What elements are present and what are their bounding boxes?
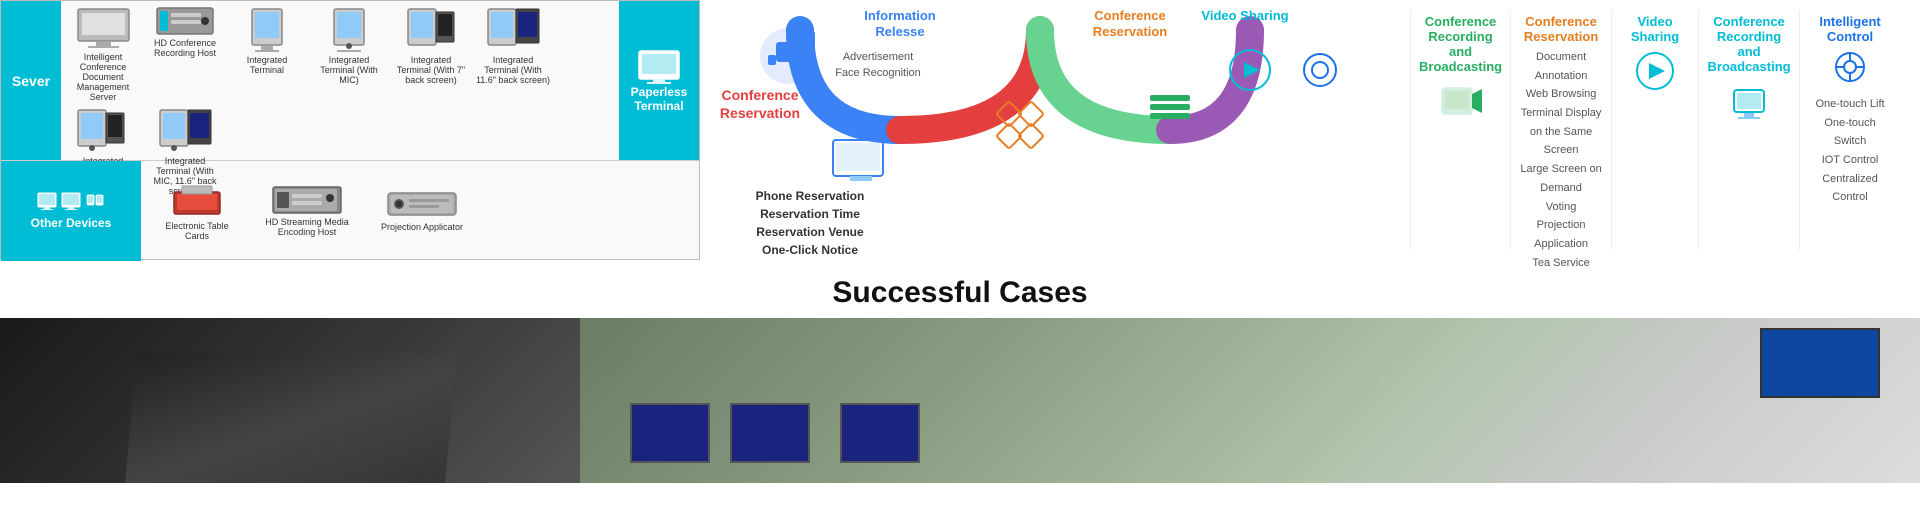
other-devices-label-text: Other Devices (31, 216, 112, 230)
top-row: Sever Intelligent Conference Document Ma… (0, 0, 1920, 260)
svg-text:Conference: Conference (1094, 8, 1166, 23)
page-wrapper: Sever Intelligent Conference Document Ma… (0, 0, 1920, 483)
video-sharing-col: Video Sharing (1611, 10, 1698, 250)
paperless-label: Paperless Terminal (624, 85, 694, 113)
intelligent-control-col: Intelligent Control One-touch Lift (1799, 10, 1900, 250)
other-devices-row: Other Devices Electronic Table Cards (1, 161, 699, 261)
svg-text:Conference: Conference (721, 87, 798, 103)
svg-text:Phone Reservation: Phone Reservation (756, 189, 865, 203)
successful-cases-section: Successful Cases (0, 260, 1920, 318)
svg-text:Reservation: Reservation (1093, 24, 1167, 39)
conf-reservation-col: Conference Reservation Document Annotati… (1510, 10, 1611, 250)
intelligent-control-title: Intelligent Control (1808, 14, 1892, 44)
device-name: Electronic Table Cards (159, 221, 235, 241)
case-image-1-shape (123, 353, 456, 483)
svg-text:Reservation Time: Reservation Time (760, 207, 860, 221)
device-item: Projection Applicator (377, 189, 467, 234)
device-name: Projection Applicator (381, 222, 463, 232)
device-item: Integrated Terminal (With 11.6" back scr… (473, 5, 553, 87)
device-item: Integrated Terminal (With 7" back screen… (391, 5, 471, 87)
device-item: Electronic Table Cards (157, 180, 237, 243)
case-images-row (0, 318, 1920, 483)
paperless-terminal: Paperless Terminal (619, 1, 699, 160)
other-devices-label: Other Devices (1, 161, 141, 261)
svg-text:Reservation: Reservation (720, 105, 800, 121)
server-row: Sever Intelligent Conference Document Ma… (1, 1, 699, 161)
other-devices-items: Electronic Table Cards HD Streaming Med (141, 161, 699, 261)
svg-text:One-Click Notice: One-Click Notice (762, 243, 858, 257)
conf-recording-icon (1419, 80, 1502, 127)
conf-reservation2-title: Conference Reservation (1519, 14, 1603, 44)
intelligent-control-items: One-touch Lift One-touch Switch IOT Cont… (1808, 95, 1892, 207)
video-sharing-icon (1620, 50, 1690, 97)
device-item: Integrated Terminal (With MIC) (309, 5, 389, 87)
svg-text:Advertisement: Advertisement (843, 51, 913, 63)
product-grid: Sever Intelligent Conference Document Ma… (0, 0, 700, 260)
server-devices: Intelligent Conference Document Manageme… (61, 1, 619, 160)
successful-cases-title: Successful Cases (0, 276, 1920, 310)
right-info-panel: Conference Recording and Broadcasting Co… (1390, 0, 1920, 260)
case-image-2 (580, 318, 1920, 483)
svg-text:Reservation Venue: Reservation Venue (756, 225, 864, 239)
svg-text:Relesse: Relesse (875, 24, 924, 39)
device-item: Integrated Terminal (227, 5, 307, 77)
conf-recording-title: Conference Recording and Broadcasting (1419, 14, 1502, 74)
device-name: Integrated Terminal (With 11.6" back scr… (475, 55, 551, 85)
device-name: Integrated Terminal (With 7" back screen… (393, 55, 469, 85)
conf-recording-broadcasting-title: Conference Recording and Broadcasting (1707, 14, 1791, 74)
server-label: Sever (1, 1, 61, 160)
device-name: HD Streaming Media Encoding Host (259, 217, 355, 237)
intelligent-control-icon (1808, 48, 1892, 91)
svg-text:Video Sharing: Video Sharing (1201, 8, 1288, 23)
device-item: Intelligent Conference Document Manageme… (63, 5, 143, 104)
conf-recording-broadcasting-col: Conference Recording and Broadcasting (1698, 10, 1799, 250)
device-name: Integrated Terminal (229, 55, 305, 75)
device-name: Intelligent Conference Document Manageme… (65, 52, 141, 102)
central-diagram: Conference Reservation Information Reles… (700, 0, 1390, 260)
svg-text:Information: Information (864, 8, 936, 23)
conf-recording-broadcasting-icon (1707, 80, 1791, 127)
device-name: HD Conference Recording Host (147, 38, 223, 58)
device-item: HD Streaming Media Encoding Host (257, 184, 357, 239)
device-name: Integrated Terminal (With MIC) (311, 55, 387, 85)
device-item: HD Conference Recording Host (145, 5, 225, 60)
svg-text:Face Recognition: Face Recognition (835, 67, 921, 79)
case-image-1 (0, 318, 580, 483)
conf-reservation2-items: Document Annotation Web Browsing Termina… (1519, 48, 1603, 272)
video-sharing-title: Video Sharing (1620, 14, 1690, 44)
conf-recording-col: Conference Recording and Broadcasting (1410, 10, 1510, 250)
